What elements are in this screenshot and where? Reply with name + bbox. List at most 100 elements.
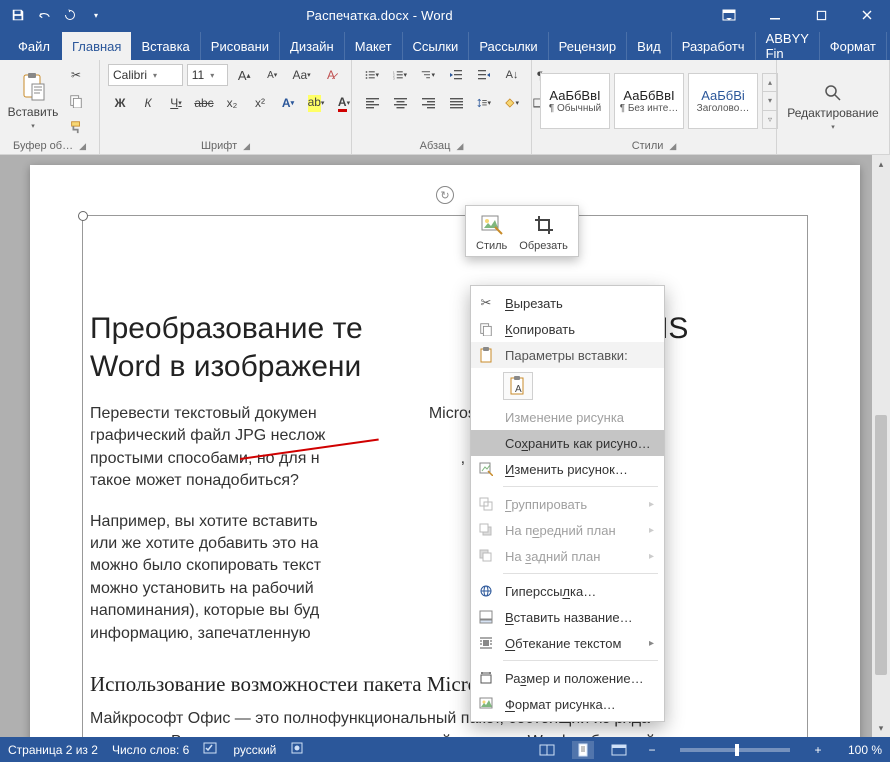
underline-button[interactable]: Ч▾: [164, 92, 188, 114]
ctx-edit-picture[interactable]: Изменить рисунок…: [471, 456, 664, 482]
mini-style-label: Стиль: [476, 240, 507, 252]
cut-icon[interactable]: ✂: [64, 64, 88, 86]
document-viewport[interactable]: Преобразование текстового документа MS W…: [0, 155, 890, 737]
bold-button[interactable]: Ж: [108, 92, 132, 114]
picture-selection-frame[interactable]: ↻: [82, 215, 808, 737]
tab-abbyy[interactable]: ABBYY Fin: [756, 32, 820, 60]
close-button[interactable]: [844, 0, 890, 30]
tab-home[interactable]: Главная: [62, 32, 131, 60]
bullets-icon[interactable]: ▾: [360, 64, 384, 86]
account-area[interactable]: [651, 0, 706, 30]
zoom-in-button[interactable]: +: [810, 743, 826, 757]
zoom-level-label[interactable]: 100 %: [848, 743, 882, 757]
paragraph-launcher-icon[interactable]: ◢: [456, 141, 463, 152]
ctx-insert-caption[interactable]: Вставить название…: [471, 604, 664, 630]
tab-review[interactable]: Рецензир: [549, 32, 628, 60]
tab-developer[interactable]: Разработч: [672, 32, 756, 60]
redo-icon[interactable]: [58, 3, 82, 27]
status-language[interactable]: русский: [233, 743, 276, 757]
text-effects-icon[interactable]: A▾: [276, 92, 300, 114]
clipboard-launcher-icon[interactable]: ◢: [79, 141, 86, 152]
copy-icon[interactable]: [64, 90, 88, 112]
sort-icon[interactable]: A↓: [500, 64, 524, 86]
scroll-thumb[interactable]: [875, 415, 887, 675]
ctx-size-position[interactable]: Размер и положение…: [471, 665, 664, 691]
style-no-spacing[interactable]: АаБбВвІ ¶ Без инте…: [614, 73, 684, 129]
zoom-out-button[interactable]: −: [644, 743, 660, 757]
editing-dropdown[interactable]: Редактирование ▾: [788, 74, 878, 140]
zoom-slider[interactable]: [680, 748, 790, 752]
shrink-font-icon[interactable]: A▾: [260, 64, 284, 86]
numbering-icon[interactable]: 123▾: [388, 64, 412, 86]
tab-view[interactable]: Вид: [627, 32, 672, 60]
tab-file[interactable]: Файл: [6, 32, 62, 60]
styles-scroll-down-icon[interactable]: ▾: [763, 92, 777, 110]
mini-style-button[interactable]: Стиль: [476, 212, 507, 252]
maximize-button[interactable]: [798, 0, 844, 30]
align-center-icon[interactable]: [388, 92, 412, 114]
font-size-combo[interactable]: 11▾: [187, 64, 228, 86]
picture-mini-toolbar: Стиль Обрезать: [465, 205, 579, 257]
italic-button[interactable]: К: [136, 92, 160, 114]
subscript-button[interactable]: x₂: [220, 92, 244, 114]
tab-draw[interactable]: Рисовани: [201, 32, 280, 60]
format-painter-icon[interactable]: [64, 116, 88, 138]
decrease-indent-icon[interactable]: [444, 64, 468, 86]
ctx-cut[interactable]: ✂ Вырезать: [471, 290, 664, 316]
styles-scroll-up-icon[interactable]: ▴: [763, 74, 777, 92]
scroll-down-icon[interactable]: ▾: [872, 719, 890, 737]
align-right-icon[interactable]: [416, 92, 440, 114]
ctx-copy[interactable]: Копировать: [471, 316, 664, 342]
save-icon[interactable]: [6, 3, 30, 27]
paste-keep-source-icon[interactable]: A: [503, 372, 533, 400]
view-web-layout-icon[interactable]: [608, 741, 630, 759]
status-word-count[interactable]: Число слов: 6: [112, 743, 189, 757]
ctx-hyperlink[interactable]: Гиперссылка…: [471, 578, 664, 604]
view-read-mode-icon[interactable]: [536, 741, 558, 759]
tab-references[interactable]: Ссылки: [403, 32, 470, 60]
vertical-scrollbar[interactable]: ▴ ▾: [872, 155, 890, 737]
paste-button[interactable]: Вставить ▾: [8, 68, 58, 134]
highlight-icon[interactable]: ab▾: [304, 92, 328, 114]
line-spacing-icon[interactable]: ▾: [472, 92, 496, 114]
styles-gallery-nav[interactable]: ▴ ▾ ▿: [762, 73, 778, 129]
ctx-save-as-picture[interactable]: Сохранить как рисунок…: [471, 430, 664, 456]
mini-crop-button[interactable]: Обрезать: [519, 212, 568, 252]
caption-icon: [477, 608, 495, 626]
resize-handle-nw[interactable]: [78, 211, 88, 221]
ctx-paste-options-row: A: [471, 368, 664, 404]
change-case-icon[interactable]: Aa▾: [288, 64, 315, 86]
superscript-button[interactable]: x²: [248, 92, 272, 114]
font-name-combo[interactable]: Calibri▾: [108, 64, 183, 86]
undo-icon[interactable]: [32, 3, 56, 27]
tab-design[interactable]: Дизайн: [280, 32, 345, 60]
styles-launcher-icon[interactable]: ◢: [669, 141, 676, 152]
font-launcher-icon[interactable]: ◢: [243, 141, 250, 152]
justify-icon[interactable]: [444, 92, 468, 114]
view-print-layout-icon[interactable]: [572, 741, 594, 759]
clear-formatting-icon[interactable]: A̷: [319, 64, 343, 86]
align-left-icon[interactable]: [360, 92, 384, 114]
grow-font-icon[interactable]: A▴: [232, 64, 256, 86]
rotate-handle-icon[interactable]: ↻: [436, 186, 454, 204]
increase-indent-icon[interactable]: [472, 64, 496, 86]
styles-expand-icon[interactable]: ▿: [763, 111, 777, 128]
style-normal[interactable]: АаБбВвІ ¶ Обычный: [540, 73, 610, 129]
status-spellcheck-icon[interactable]: [203, 741, 219, 758]
style-heading1[interactable]: АаБбВі Заголово…: [688, 73, 758, 129]
strikethrough-button[interactable]: abc: [192, 92, 216, 114]
tab-layout[interactable]: Макет: [345, 32, 403, 60]
status-macro-icon[interactable]: [290, 741, 304, 758]
shading-icon[interactable]: ▾: [500, 92, 524, 114]
multilevel-list-icon[interactable]: ▾: [416, 64, 440, 86]
tab-format[interactable]: Формат: [820, 32, 887, 60]
ctx-format-picture[interactable]: Формат рисунка…: [471, 691, 664, 717]
tab-insert[interactable]: Вставка: [131, 32, 200, 60]
qat-customize-icon[interactable]: ▾: [84, 3, 108, 27]
tab-mailings[interactable]: Рассылки: [469, 32, 548, 60]
ctx-wrap-text[interactable]: Обтекание текстом▸: [471, 630, 664, 656]
ribbon-display-options-icon[interactable]: [706, 0, 752, 30]
minimize-button[interactable]: [752, 0, 798, 30]
status-page[interactable]: Страница 2 из 2: [8, 743, 98, 757]
scroll-up-icon[interactable]: ▴: [872, 155, 890, 173]
